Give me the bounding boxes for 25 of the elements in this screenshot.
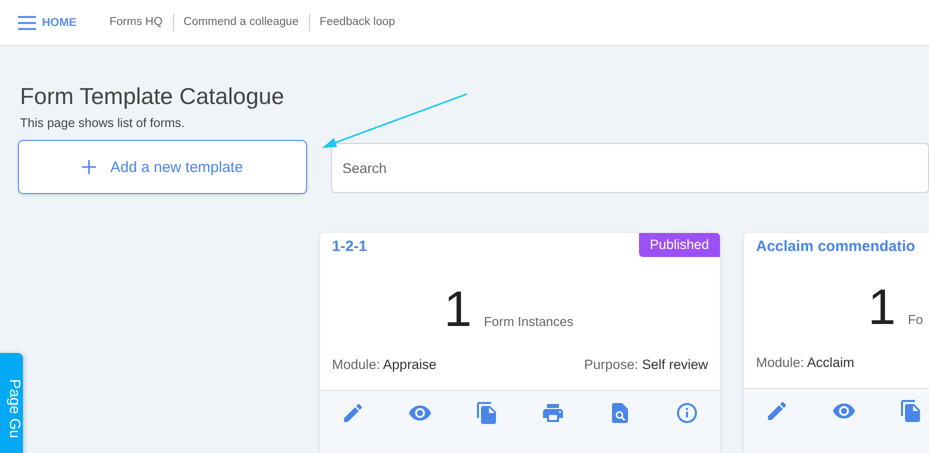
card-title[interactable]: Acclaim commendatio [744,233,916,255]
page-subtitle: This page shows list of forms. [20,116,186,130]
purpose-info: Purpose: Self review [584,357,708,372]
plus-icon [82,160,96,174]
info-icon[interactable] [674,401,699,425]
copy-icon[interactable] [898,399,923,423]
home-link[interactable]: HOME [42,16,76,28]
count-label: Fo [908,312,923,327]
search-field[interactable]: Search [331,143,929,193]
card-title[interactable]: 1-2-1 [320,233,368,255]
module-info: Module: Acclaim [756,355,854,370]
print-icon[interactable] [541,401,566,425]
instance-count: 1 [868,278,896,337]
copy-icon[interactable] [474,401,499,425]
instance-count: 1 [444,280,472,339]
status-badge: Published [638,233,720,257]
page-guide-tab[interactable]: Page Gu [0,353,23,453]
count-label: Form Instances [484,314,574,329]
add-template-button[interactable]: Add a new template [18,140,308,194]
menu-icon[interactable] [18,16,36,30]
nav-link[interactable]: Forms HQ [102,14,173,31]
nav-link[interactable]: Feedback loop [308,14,406,31]
nav-link[interactable]: Commend a colleague [172,14,309,31]
module-info: Module: Appraise [332,357,436,372]
page-title: Form Template Catalogue [20,82,286,110]
